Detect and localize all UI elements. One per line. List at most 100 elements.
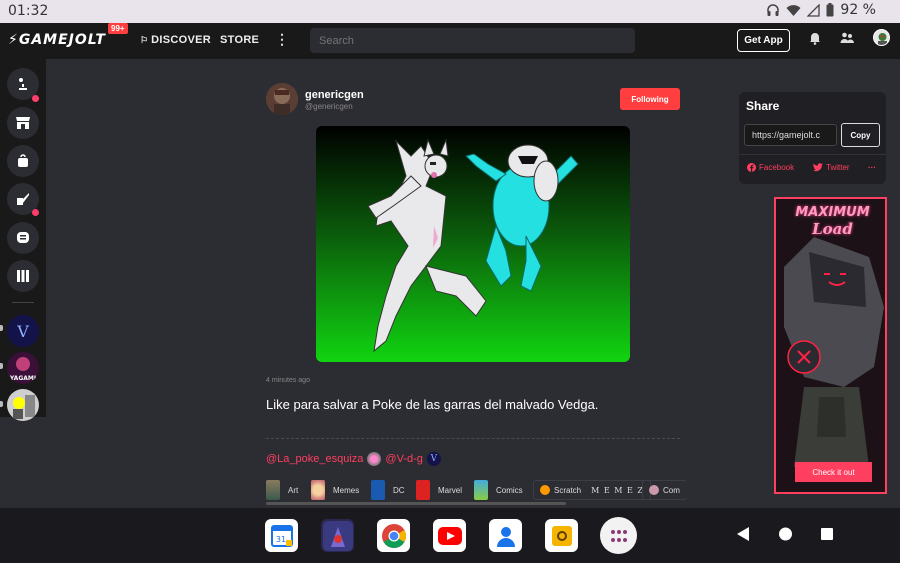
calendar-date: 31 bbox=[275, 535, 285, 544]
back-icon[interactable] bbox=[736, 526, 750, 542]
share-facebook-link[interactable]: Facebook bbox=[747, 163, 794, 172]
create-unread-dot bbox=[32, 209, 39, 216]
community-active-indicator bbox=[0, 325, 3, 331]
friends-icon[interactable] bbox=[840, 31, 854, 45]
tag-dc[interactable]: DC bbox=[371, 480, 405, 500]
post-image[interactable] bbox=[316, 126, 630, 362]
signal-icon bbox=[807, 3, 821, 17]
share-panel: Share https://gamejolt.c Copy Facebook T… bbox=[739, 92, 886, 184]
chrome-app-icon[interactable] bbox=[377, 519, 410, 552]
following-button[interactable]: Following bbox=[620, 88, 680, 110]
author-name[interactable]: genericgen bbox=[305, 89, 364, 101]
tag-comics-label: Comics bbox=[496, 485, 523, 495]
svg-text:V: V bbox=[16, 322, 29, 341]
files-app-icon[interactable] bbox=[545, 519, 578, 552]
ad-title-line2: Load bbox=[812, 220, 853, 238]
facebook-icon bbox=[747, 163, 756, 172]
contacts-app-icon[interactable] bbox=[489, 519, 522, 552]
discover-icon: ⚐ bbox=[140, 35, 152, 45]
community-avatar-yagami[interactable]: YAGAMI bbox=[7, 352, 39, 384]
post-body: Like para salvar a Poke de las garras de… bbox=[266, 397, 599, 412]
user-avatar[interactable] bbox=[873, 29, 890, 46]
share-url-field[interactable]: https://gamejolt.c bbox=[744, 124, 837, 146]
tags-scrollbar[interactable] bbox=[266, 502, 566, 505]
top-nav: ⚡GAMEJOLT 99+ ⚐ DISCOVER STORE ⋮ Get App bbox=[0, 23, 900, 59]
chat-icon bbox=[17, 232, 29, 243]
author-handle: @genericgen bbox=[305, 102, 353, 111]
facebook-label: Facebook bbox=[759, 163, 795, 172]
community-avatar-v[interactable]: V bbox=[7, 315, 39, 347]
tag-com-label: Com bbox=[663, 485, 680, 495]
tag-comics-thumb bbox=[474, 480, 488, 500]
search-input[interactable] bbox=[310, 28, 635, 53]
app-drawer-button[interactable] bbox=[600, 517, 637, 554]
tag-comics[interactable]: Comics bbox=[474, 480, 523, 500]
calendar-app-icon[interactable]: 31 bbox=[265, 519, 298, 552]
game-app-icon[interactable] bbox=[321, 519, 354, 552]
activity-unread-dot bbox=[32, 95, 39, 102]
community-tags: Art Memes DC Marvel Comics Scratch M E M … bbox=[266, 480, 686, 502]
sidebar-chat-button[interactable] bbox=[7, 222, 39, 254]
share-title: Share bbox=[746, 99, 780, 113]
scratch-cat-icon bbox=[540, 485, 550, 495]
battery-percent: 92 % bbox=[840, 2, 876, 18]
share-twitter-link[interactable]: Twitter bbox=[813, 163, 850, 172]
recents-icon[interactable] bbox=[820, 526, 834, 542]
tag-memes-label: Memes bbox=[333, 485, 360, 495]
app-drawer-icon bbox=[610, 529, 627, 542]
tag-art-thumb bbox=[266, 480, 280, 500]
quill-icon bbox=[17, 193, 29, 205]
community-avatar-3[interactable] bbox=[7, 389, 39, 421]
twitter-label: Twitter bbox=[826, 163, 850, 172]
books-icon bbox=[17, 270, 29, 282]
ad-cta-button[interactable]: Check it out bbox=[795, 462, 872, 482]
discover-link[interactable]: ⚐ DISCOVER bbox=[140, 34, 211, 46]
sidebar-library-button[interactable] bbox=[7, 145, 39, 177]
author-avatar[interactable] bbox=[266, 83, 298, 115]
community-indicator-2 bbox=[0, 363, 3, 369]
discover-label: DISCOVER bbox=[151, 34, 212, 46]
tag-memes[interactable]: Memes bbox=[311, 480, 359, 500]
bell-icon[interactable] bbox=[809, 31, 821, 45]
sidebar-library-shelf-button[interactable] bbox=[7, 260, 39, 292]
tag-scratch[interactable]: Scratch M E M E Z bbox=[533, 480, 651, 500]
status-time: 01:32 bbox=[8, 3, 49, 19]
tag-dc-thumb bbox=[371, 480, 385, 500]
logo-text: GAMEJOLT bbox=[18, 32, 106, 48]
tag-scratch-label: Scratch bbox=[554, 485, 582, 495]
community-indicator-3 bbox=[0, 401, 3, 407]
ad-title: MAXIMUM Load bbox=[776, 205, 885, 238]
status-bar: 01:32 92 % bbox=[0, 0, 900, 23]
tag-memez-label: M E M E Z bbox=[591, 485, 644, 495]
sidebar-store-button[interactable] bbox=[7, 107, 39, 139]
headphones-icon bbox=[767, 4, 780, 16]
get-app-button[interactable]: Get App bbox=[737, 29, 790, 52]
gamejolt-logo[interactable]: ⚡GAMEJOLT bbox=[8, 32, 106, 48]
android-dock: 31 bbox=[0, 508, 900, 563]
store-link[interactable]: STORE bbox=[220, 34, 259, 46]
tag-marvel-label: Marvel bbox=[438, 485, 463, 495]
activity-icon bbox=[19, 78, 27, 90]
tag-art[interactable]: Art bbox=[266, 480, 298, 500]
share-more-button[interactable]: ··· bbox=[868, 163, 876, 172]
home-icon[interactable] bbox=[778, 526, 793, 542]
notification-count-badge: 99+ bbox=[108, 23, 128, 34]
battery-icon bbox=[826, 3, 834, 17]
wifi-icon bbox=[786, 4, 801, 16]
tag-marvel[interactable]: Marvel bbox=[416, 480, 462, 500]
bag-icon bbox=[18, 154, 28, 167]
more-menu-icon[interactable]: ⋮ bbox=[275, 31, 289, 48]
tag-com[interactable]: Com bbox=[642, 480, 686, 500]
mention-link-2[interactable]: @V-d-g bbox=[385, 453, 422, 465]
sidebar-divider bbox=[12, 302, 34, 303]
mention-link-1[interactable]: @La_poke_esquiza bbox=[266, 453, 363, 465]
tag-memes-thumb bbox=[311, 480, 325, 500]
tag-dc-label: DC bbox=[393, 485, 405, 495]
mention-avatar-2: V bbox=[426, 452, 441, 466]
post-timestamp: 4 minutes ago bbox=[266, 377, 310, 384]
svg-text:YAGAMI: YAGAMI bbox=[9, 375, 36, 382]
copy-button[interactable]: Copy bbox=[841, 123, 880, 147]
left-sidebar: V YAGAMI bbox=[0, 59, 46, 421]
youtube-app-icon[interactable] bbox=[433, 519, 466, 552]
ad-banner[interactable]: MAXIMUM Load Check it out bbox=[774, 197, 887, 494]
